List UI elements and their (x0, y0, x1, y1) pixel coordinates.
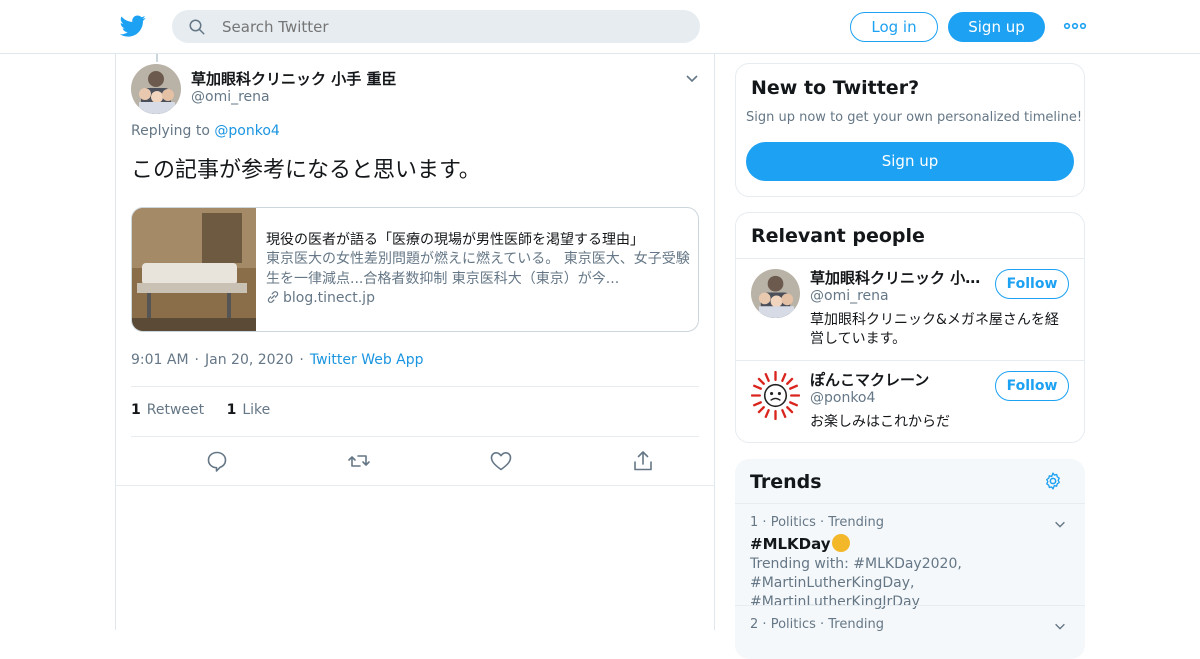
trends-panel: Trends 1 · Politics · Trending #MLKDay T… (735, 459, 1085, 659)
follow-button[interactable]: Follow (995, 371, 1069, 401)
top-bar: Log in Sign up (0, 0, 1200, 54)
person-bio: 草加眼科クリニック&メガネ屋さんを経営しています。 (810, 312, 1059, 347)
trend-name[interactable]: #MLKDay (750, 534, 1070, 553)
chevron-down-icon[interactable] (684, 70, 700, 86)
chevron-down-icon[interactable] (1053, 619, 1067, 633)
tweet-date[interactable]: Jan 20, 2020 (205, 352, 293, 368)
divider (131, 436, 699, 437)
search-bar[interactable] (172, 10, 700, 43)
twitter-logo-icon[interactable] (120, 13, 146, 39)
trend-item[interactable]: 1 · Politics · Trending #MLKDay Trending… (750, 515, 1070, 612)
avatar-illustration (751, 371, 800, 420)
card-domain-text: blog.tinect.jp (283, 290, 375, 306)
person-bio: お楽しみはこれからだ (810, 414, 950, 430)
person-name[interactable]: ぽんこマクレーン (810, 369, 985, 390)
follow-button[interactable]: Follow (995, 269, 1069, 299)
share-icon[interactable] (631, 449, 655, 473)
signup-button[interactable]: Sign up (948, 12, 1045, 42)
tweet-text: この記事が参考になると思います。 (131, 158, 481, 183)
person-name[interactable]: 草加眼科クリニック 小手 重臣 (810, 267, 985, 288)
replying-to: Replying to @ponko4 (131, 123, 280, 139)
tweet-stats: 1 Retweet 1 Like (131, 402, 288, 418)
author-avatar[interactable] (131, 64, 181, 114)
relevant-people-title: Relevant people (751, 225, 925, 247)
trend-emoji-icon (831, 534, 850, 552)
trend-context: Trending with: #MLKDay2020, #MartinLuthe… (750, 556, 962, 610)
search-icon (189, 19, 205, 35)
search-input[interactable] (222, 10, 682, 43)
relevant-people-panel: Relevant people 草加眼科クリニック 小手 重臣 @omi_ren… (735, 212, 1085, 443)
new-to-twitter-subtitle: Sign up now to get your own personalized… (746, 110, 1083, 125)
avatar-photo (131, 64, 181, 114)
reply-icon[interactable] (205, 449, 229, 473)
card-description: 東京医大の女性差別問題が燃えに燃えている。 東京医大、女子受験生を一律減点...… (266, 251, 690, 287)
avatar-photo (751, 269, 800, 318)
tweet-actions (131, 449, 699, 475)
more-options-icon[interactable] (1063, 18, 1087, 34)
person-avatar[interactable] (751, 371, 800, 420)
person-card[interactable]: ぽんこマクレーン @ponko4 お楽しみはこれからだ Follow (736, 361, 1084, 442)
tweet-timestamp: 9:01 AM · Jan 20, 2020 · Twitter Web App (131, 352, 424, 368)
divider (131, 386, 699, 387)
divider (735, 503, 1085, 504)
card-domain: blog.tinect.jp (266, 290, 375, 306)
card-title: 現役の医者が語る「医療の現場が男性医師を渇望する理由」 (266, 232, 644, 248)
card-thumbnail (132, 208, 256, 331)
person-card[interactable]: 草加眼科クリニック 小手 重臣 @omi_rena 草加眼科クリニック&メガネ屋… (736, 259, 1084, 359)
person-handle[interactable]: @ponko4 (810, 390, 875, 406)
source-app-link[interactable]: Twitter Web App (310, 352, 424, 368)
replying-prefix: Replying to (131, 123, 210, 139)
settings-gear-icon[interactable] (1043, 471, 1063, 491)
author-handle[interactable]: @omi_rena (191, 89, 270, 105)
tweet-column: 草加眼科クリニック 小手 重臣 @omi_rena Replying to @p… (115, 54, 715, 630)
chevron-down-icon[interactable] (1053, 517, 1067, 531)
author-name[interactable]: 草加眼科クリニック 小手 重臣 (191, 68, 396, 89)
person-avatar[interactable] (751, 269, 800, 318)
trend-meta: 1 · Politics · Trending (750, 515, 884, 530)
link-card[interactable]: 現役の医者が語る「医療の現場が男性医師を渇望する理由」 東京医大の女性差別問題が… (131, 207, 699, 332)
new-to-twitter-panel: New to Twitter? Sign up now to get your … (735, 63, 1085, 197)
retweet-stat[interactable]: 1 Retweet (131, 402, 204, 418)
like-icon[interactable] (489, 449, 513, 473)
retweet-icon[interactable] (347, 449, 371, 473)
person-handle[interactable]: @omi_rena (810, 288, 889, 304)
sidebar-signup-button[interactable]: Sign up (746, 142, 1074, 181)
login-button[interactable]: Log in (850, 12, 938, 42)
divider (735, 605, 1085, 606)
thread-connector (156, 54, 158, 62)
like-stat[interactable]: 1 Like (227, 402, 271, 418)
link-icon (267, 291, 279, 303)
trends-title: Trends (750, 471, 822, 493)
divider (116, 485, 714, 486)
tweet-time[interactable]: 9:01 AM (131, 352, 189, 368)
reply-mention-link[interactable]: @ponko4 (214, 123, 279, 139)
new-to-twitter-title: New to Twitter? (751, 77, 920, 99)
